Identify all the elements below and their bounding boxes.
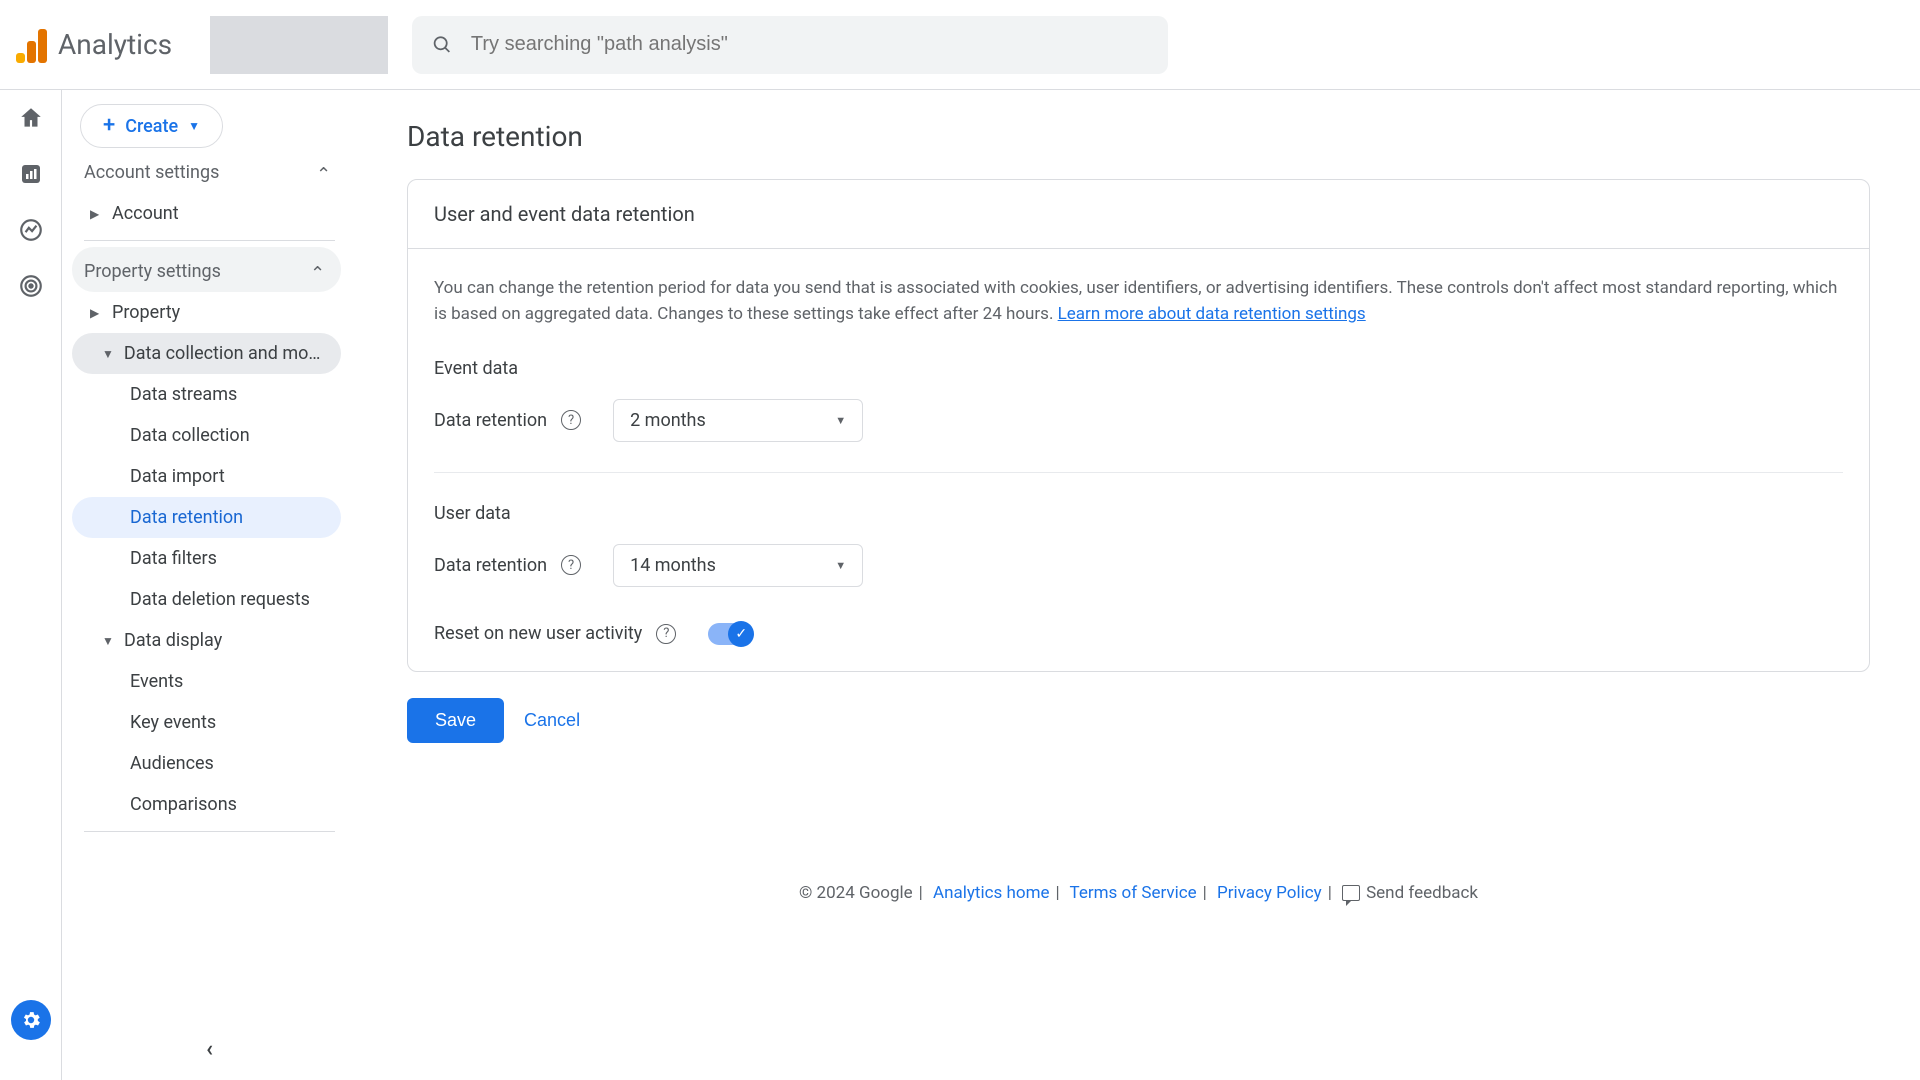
cancel-button[interactable]: Cancel <box>524 710 580 731</box>
user-retention-label: Data retention <box>434 555 547 576</box>
event-retention-label: Data retention <box>434 410 547 431</box>
help-icon[interactable]: ? <box>561 410 581 430</box>
property-settings-header[interactable]: Property settings ⌄ <box>72 247 341 292</box>
feedback-icon <box>1342 885 1360 901</box>
sidebar-data-streams[interactable]: Data streams <box>72 374 347 415</box>
user-retention-value: 14 months <box>630 555 716 576</box>
user-data-heading: User data <box>434 503 1843 524</box>
advertising-icon[interactable] <box>17 272 45 300</box>
send-feedback-link[interactable]: Send feedback <box>1342 883 1478 903</box>
save-button[interactable]: Save <box>407 698 504 743</box>
page-title: Data retention <box>407 120 1870 153</box>
check-icon: ✓ <box>728 621 754 647</box>
create-button[interactable]: + Create ▼ <box>80 104 223 148</box>
sidebar-data-deletion[interactable]: Data deletion requests <box>72 579 347 620</box>
divider <box>434 472 1843 473</box>
user-retention-select[interactable]: 14 months ▼ <box>613 544 863 587</box>
admin-gear-icon[interactable] <box>11 1000 51 1040</box>
explore-icon[interactable] <box>17 216 45 244</box>
settings-sidebar: + Create ▼ Account settings ⌄ ▶ Account … <box>62 90 357 1080</box>
search-icon <box>432 34 453 56</box>
retention-card: User and event data retention You can ch… <box>407 179 1870 672</box>
plus-icon: + <box>103 115 115 137</box>
home-icon[interactable] <box>17 104 45 132</box>
caret-right-icon: ▶ <box>90 207 102 221</box>
analytics-logo-icon <box>16 27 46 63</box>
tos-link[interactable]: Terms of Service <box>1070 883 1197 903</box>
collapse-sidebar-icon[interactable]: ‹ <box>206 1037 213 1062</box>
learn-more-link[interactable]: Learn more about data retention settings <box>1058 304 1366 324</box>
help-icon[interactable]: ? <box>561 555 581 575</box>
help-icon[interactable]: ? <box>656 624 676 644</box>
copyright: © 2024 Google <box>799 883 913 903</box>
nav-rail <box>0 90 62 1080</box>
event-retention-value: 2 months <box>630 410 706 431</box>
main-content: Data retention User and event data reten… <box>357 90 1920 1080</box>
analytics-home-link[interactable]: Analytics home <box>933 883 1049 903</box>
caret-down-icon: ▼ <box>102 634 114 648</box>
product-name: Analytics <box>58 28 172 61</box>
reports-icon[interactable] <box>17 160 45 188</box>
card-title: User and event data retention <box>408 180 1869 249</box>
search-bar[interactable] <box>412 16 1168 74</box>
sidebar-data-collection-group[interactable]: ▼ Data collection and modifica... <box>72 333 341 374</box>
top-bar: Analytics <box>0 0 1920 90</box>
chevron-down-icon: ▼ <box>835 559 846 572</box>
caret-down-icon: ▼ <box>102 347 114 361</box>
sidebar-key-events[interactable]: Key events <box>72 702 347 743</box>
divider <box>84 831 335 832</box>
sidebar-data-retention[interactable]: Data retention <box>72 497 341 538</box>
card-description: You can change the retention period for … <box>434 275 1843 328</box>
sidebar-account[interactable]: ▶ Account <box>72 193 347 234</box>
search-input[interactable] <box>471 33 1148 56</box>
sidebar-comparisons[interactable]: Comparisons <box>72 784 347 825</box>
sidebar-events[interactable]: Events <box>72 661 347 702</box>
reset-activity-toggle[interactable]: ✓ <box>708 623 752 645</box>
chevron-up-icon: ⌄ <box>316 162 331 183</box>
property-selector[interactable] <box>210 16 388 74</box>
create-label: Create <box>125 116 178 137</box>
chevron-down-icon: ▼ <box>835 414 846 427</box>
divider <box>84 240 335 241</box>
sidebar-data-collection[interactable]: Data collection <box>72 415 347 456</box>
sidebar-property[interactable]: ▶ Property <box>72 292 347 333</box>
page-footer: © 2024 Google| Analytics home| Terms of … <box>407 883 1870 933</box>
caret-right-icon: ▶ <box>90 306 102 320</box>
product-logo[interactable]: Analytics <box>12 27 172 63</box>
sidebar-data-filters[interactable]: Data filters <box>72 538 347 579</box>
chevron-down-icon: ▼ <box>188 119 200 133</box>
event-retention-select[interactable]: 2 months ▼ <box>613 399 863 442</box>
sidebar-audiences[interactable]: Audiences <box>72 743 347 784</box>
sidebar-data-display[interactable]: ▼ Data display <box>72 620 347 661</box>
reset-activity-label: Reset on new user activity <box>434 623 642 644</box>
chevron-up-icon: ⌄ <box>310 261 325 282</box>
account-settings-header[interactable]: Account settings ⌄ <box>72 148 347 193</box>
event-data-heading: Event data <box>434 358 1843 379</box>
privacy-link[interactable]: Privacy Policy <box>1217 883 1322 903</box>
sidebar-data-import[interactable]: Data import <box>72 456 347 497</box>
